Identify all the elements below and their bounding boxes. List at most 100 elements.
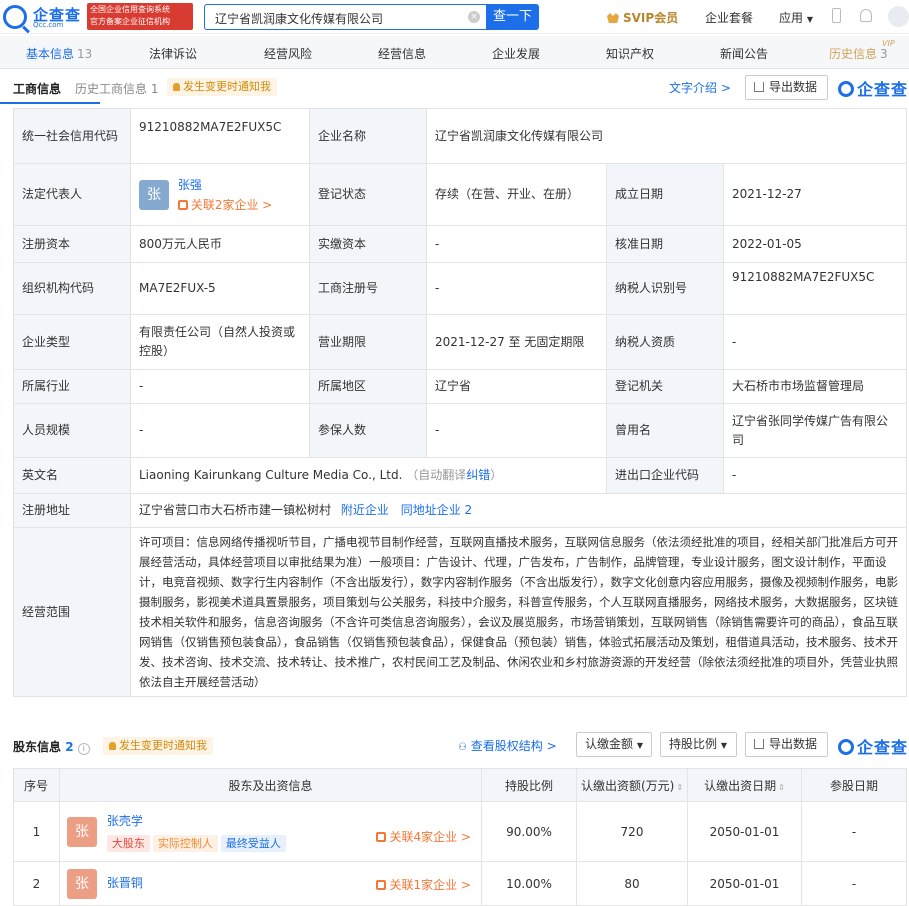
correction-link[interactable]: 纠错 [466,468,490,482]
biz-info-title: 工商信息 [13,82,62,96]
org-code-value: MA7E2FUX-5 [130,262,310,315]
notify-change-button[interactable]: 发生变更时通知我 [167,78,277,96]
col-header-amount[interactable]: 认缴出资额(万元) ⇕ [576,768,688,802]
history-count: 1 [150,82,159,96]
download-icon [754,739,764,749]
tab-operation[interactable]: 经营信息 [378,45,426,62]
tab-count: 13 [77,47,93,61]
badge-line-2: 官方备案企业征信机构 [90,17,170,26]
related-icon [177,199,188,210]
search-button[interactable]: 查一下 [486,4,539,30]
tab-label: 历史信息 [829,47,878,61]
scope-key: 经营范围 [13,527,131,697]
address-cell: 辽宁省营口市大石桥市建一镇松树村 附近企业 同地址企业 2 [130,493,907,528]
ie-code-key: 进出口企业代码 [606,457,724,494]
col-header-shareholder: 股东及出资信息 [59,768,482,802]
authority-value: 大石桥市市场监督管理局 [723,369,907,404]
legal-rep-name[interactable]: 张强 [178,175,273,195]
region-value: 辽宁省 [426,369,607,404]
status-badge: 最终受益人 [220,834,286,852]
text-intro-link[interactable]: 文字介绍 > [669,79,731,96]
former-name-value: 辽宁省张同学传媒广告有限公司 [723,403,907,458]
tab-legal[interactable]: 法律诉讼 [149,45,197,62]
related-companies-link[interactable]: 关联4家企业 > [376,828,471,845]
shareholder-name[interactable]: 张壳学 [107,810,289,832]
svip-link[interactable]: SVIP会员 [607,9,678,26]
export-button[interactable]: 导出数据 [745,75,828,100]
shareholder-header: 股东信息 2 i 发生变更时通知我 ⚇ 查看股权结构 > 认缴金额 ▼ 持股比例… [0,730,909,764]
notify-label: 发生变更时通知我 [183,80,271,93]
paid-capital-key: 实缴资本 [309,225,427,263]
col-header-date[interactable]: 认缴出资日期 ⇕ [687,768,802,802]
english-name-value: Liaoning Kairunkang Culture Media Co., L… [139,468,403,482]
insured-value: - [426,403,607,458]
structure-label: 查看股权结构 > [470,739,557,753]
history-biz-link[interactable]: 历史工商信息 1 [75,80,158,97]
paid-capital-value: - [426,225,607,263]
ratio-filter-dropdown[interactable]: 持股比例 ▼ [660,732,737,757]
caret-down-icon: ▼ [636,741,643,750]
apps-label: 应用 [779,11,804,25]
shareholder-count: 2 [65,740,74,754]
tab-risk[interactable]: 经营风险 [264,45,312,62]
status-badge: 实际控制人 [152,834,218,852]
address-key: 注册地址 [13,493,131,528]
tax-id-key: 纳税人识别号 [606,262,724,315]
brand-icon [838,81,854,97]
shareholder-notify-button[interactable]: 发生变更时通知我 [103,737,213,755]
approve-date-value: 2022-01-05 [723,225,907,263]
tab-label: 基本信息 [26,47,75,61]
search-input[interactable]: 辽宁省凯润康文化传媒有限公司 × [204,4,486,30]
status-value: 存续（在营、开业、在册） [426,163,607,226]
related-companies-link[interactable]: 关联2家企业 > [177,195,272,215]
shareholder-cell: 张 张晋铜 关联1家企业 > [59,861,482,906]
shareholder-export-button[interactable]: 导出数据 [745,732,828,757]
tab-development[interactable]: 企业发展 [492,45,540,62]
info-icon[interactable]: i [77,743,90,755]
bell-icon[interactable] [860,9,872,22]
tab-history[interactable]: 历史信息 3 [829,45,888,62]
tab-news[interactable]: 新闻公告 [720,45,768,62]
qcc-logo[interactable]: 企查查 Qcc.com [3,5,87,29]
nearby-companies-link[interactable]: 附近企业 [341,503,389,517]
related-icon [376,831,387,842]
close-icon[interactable]: × [468,11,480,23]
date-value: 2050-01-01 [687,861,802,906]
ratio-value: 10.00% [481,861,577,906]
tab-ip[interactable]: 知识产权 [606,45,654,62]
company-type-value: 有限责任公司（自然人投资或控股） [130,314,310,370]
bell-icon [109,742,116,750]
history-label: 历史工商信息 [75,82,148,96]
official-badge: 全国企业信用查询系统 官方备案企业征信机构 [87,3,193,30]
svip-label: SVIP会员 [623,11,679,25]
logo-magnifier-icon [3,5,27,29]
date-header-label: 认缴出资日期 [704,778,777,793]
row-no: 2 [13,861,60,906]
credit-code-value: 91210882MA7E2FUX5C [130,108,310,164]
company-name-key: 企业名称 [309,108,427,164]
related-companies-link[interactable]: 关联1家企业 > [376,876,471,893]
apps-menu[interactable]: 应用 ▼ [779,9,813,26]
qcc-brand-mark: 企查查 [838,734,908,758]
legal-rep-cell: 张 张强 关联2家企业 > [130,163,310,226]
phone-icon[interactable] [832,8,841,23]
reg-no-value: - [426,262,607,315]
same-address-link[interactable]: 同地址企业 2 [401,503,472,517]
qcc-brand-mark: 企查查 [838,76,908,100]
shareholder-name[interactable]: 张晋铜 [107,876,143,890]
amount-filter-dropdown[interactable]: 认缴金额 ▼ [576,732,652,757]
bell-icon [173,83,180,91]
avatar: 张 [67,816,97,847]
logo-domain: Qcc.com [33,21,64,29]
equity-structure-link[interactable]: ⚇ 查看股权结构 > [458,737,557,754]
join-value: - [801,861,907,906]
top-bar: 企查查 Qcc.com 全国企业信用查询系统 官方备案企业征信机构 辽宁省凯润康… [0,0,909,34]
package-link[interactable]: 企业套餐 [705,9,753,26]
user-avatar[interactable] [888,6,909,27]
region-key: 所属地区 [309,369,427,404]
est-date-key: 成立日期 [606,163,724,226]
ratio-value: 90.00% [481,801,577,862]
authority-key: 登记机关 [606,369,724,404]
related-icon [376,879,387,890]
tab-basic-info[interactable]: 基本信息 13 [26,45,92,62]
